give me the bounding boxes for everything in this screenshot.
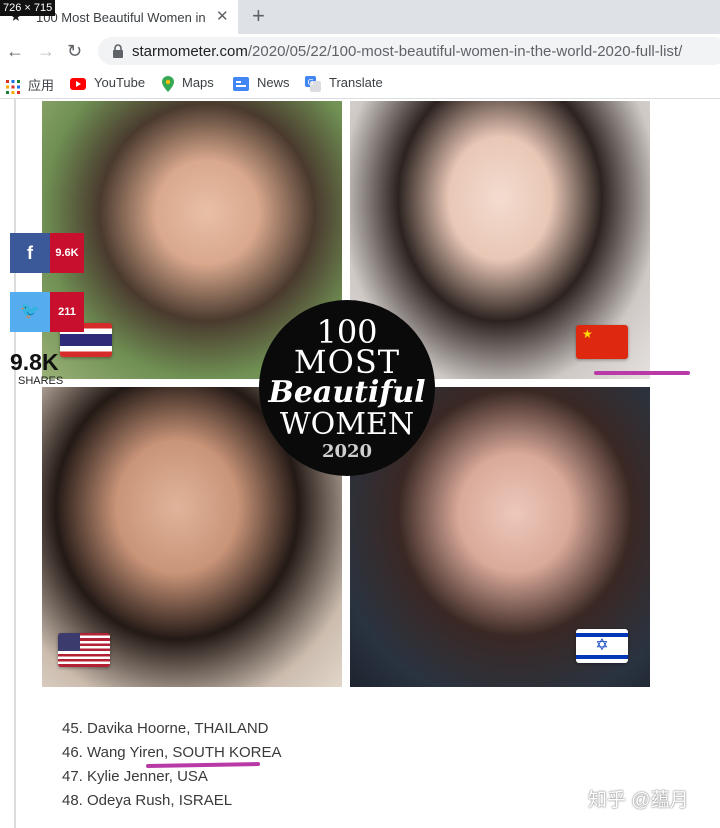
svg-text:G: G xyxy=(308,78,314,87)
forward-arrow-icon[interactable]: → xyxy=(37,39,55,63)
list-item-country: USA xyxy=(177,768,208,785)
bookmark-label: Maps xyxy=(182,75,214,90)
twitter-bird-icon: 🐦 xyxy=(10,292,50,332)
zhihu-watermark: 知乎 @蕴月 xyxy=(588,790,689,811)
reload-icon[interactable]: ↻ xyxy=(67,39,82,63)
bookmarks-bar: 应用 YouTube Maps News G Translate xyxy=(0,68,720,99)
list-item-country: THAILAND xyxy=(194,720,269,737)
tab-strip: ★ 100 Most Beautiful Women in ✕ + 726 × … xyxy=(0,0,720,34)
new-tab-button[interactable]: + xyxy=(252,4,265,28)
twitter-share-button[interactable]: 🐦 211 xyxy=(10,292,84,332)
bookmark-youtube[interactable]: YouTube xyxy=(70,75,145,90)
usa-flag-icon xyxy=(58,633,110,667)
collage-logo-badge: 100 MOST Beautiful WOMEN 2020 xyxy=(259,300,435,476)
list-item-name: 45. Davika Hoorne, xyxy=(62,720,195,737)
page-content: ★ ✡ 100 MOST Beautiful WOMEN 2020 f 9.6K… xyxy=(0,99,720,828)
bookmark-label: 应用 xyxy=(28,78,55,93)
facebook-icon: f xyxy=(10,233,50,273)
shares-label: SHARES xyxy=(18,375,64,387)
list-item: 45. Davika Hoorne, THAILAND xyxy=(62,717,282,741)
list-item: 47. Kylie Jenner, USA xyxy=(62,765,282,789)
address-bar[interactable]: starmometer.com/2020/05/22/100-most-beau… xyxy=(98,37,720,65)
youtube-icon xyxy=(70,77,86,90)
news-icon xyxy=(233,76,249,91)
highlight-underline-flag xyxy=(594,371,690,375)
url-path: /2020/05/22/100-most-beautiful-women-in-… xyxy=(247,43,683,60)
facebook-share-button[interactable]: f 9.6K xyxy=(10,233,84,273)
bookmark-news[interactable]: News xyxy=(233,75,290,91)
browser-toolbar: ← → ↻ starmometer.com/2020/05/22/100-mos… xyxy=(0,34,720,68)
bookmark-translate[interactable]: G Translate xyxy=(305,75,383,92)
translate-icon: G xyxy=(305,75,321,92)
logo-line-5: 2020 xyxy=(321,441,373,462)
bookmark-label: YouTube xyxy=(94,75,146,90)
lock-icon xyxy=(113,44,123,58)
back-arrow-icon[interactable]: ← xyxy=(6,39,24,63)
bookmark-maps[interactable]: Maps xyxy=(162,75,214,92)
logo-line-3: Beautiful xyxy=(268,375,426,410)
list-item-name: 48. Odeya Rush, xyxy=(62,792,179,809)
url-text: starmometer.com/2020/05/22/100-most-beau… xyxy=(132,43,682,60)
list-item-name: 46. Wang Yiren, xyxy=(62,744,173,761)
tab-title: 100 Most Beautiful Women in xyxy=(36,10,206,25)
screenshot-dimension-label: 726 × 715 xyxy=(0,0,56,16)
bookmark-label: Translate xyxy=(329,75,383,90)
logo-line-4: WOMEN xyxy=(279,407,415,442)
maps-pin-icon xyxy=(162,75,174,92)
china-flag-icon: ★ xyxy=(576,325,628,359)
list-item-name: 47. Kylie Jenner, xyxy=(62,768,178,785)
facebook-share-count: 9.6K xyxy=(50,233,84,273)
israel-flag-icon: ✡ xyxy=(576,629,628,663)
total-shares-count: 9.8K xyxy=(10,349,59,375)
list-item-country: SOUTH KOREA xyxy=(172,744,282,761)
bookmark-apps[interactable]: 应用 xyxy=(6,75,54,94)
apps-grid-icon xyxy=(6,79,20,94)
twitter-share-count: 211 xyxy=(50,292,84,332)
collage-image: ★ ✡ 100 MOST Beautiful WOMEN 2020 xyxy=(42,101,690,687)
close-tab-icon[interactable]: ✕ xyxy=(216,8,229,26)
bookmark-label: News xyxy=(257,75,290,90)
list-item: 48. Odeya Rush, ISRAEL xyxy=(62,789,282,813)
content-left-border xyxy=(14,99,16,828)
list-item-country: ISRAEL xyxy=(178,792,233,809)
url-host: starmometer.com xyxy=(132,43,248,60)
